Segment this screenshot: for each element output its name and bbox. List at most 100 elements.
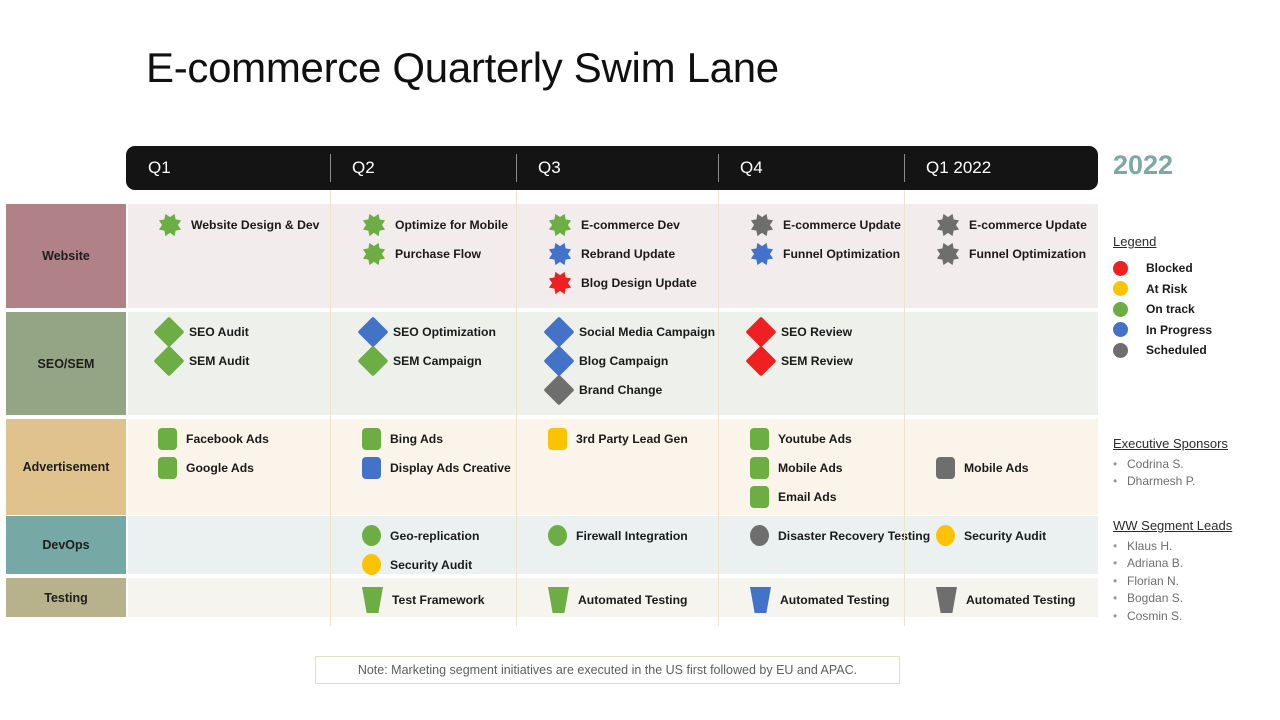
task-item[interactable]: Firewall Integration xyxy=(548,525,688,546)
status-marker-star-icon xyxy=(362,242,386,266)
task-item[interactable]: E-commerce Dev xyxy=(548,213,680,237)
task-item[interactable]: SEO Review xyxy=(745,316,853,348)
quarter-header-label: Q4 xyxy=(740,158,763,177)
task-item[interactable]: SEO Audit xyxy=(153,316,249,348)
status-marker-diamond-icon xyxy=(357,316,389,348)
task-label: Blog Design Update xyxy=(581,276,697,290)
task-item[interactable]: Google Ads xyxy=(158,457,254,479)
task-item[interactable]: E-commerce Update xyxy=(750,213,901,237)
lane-label-text: Testing xyxy=(44,590,88,605)
task-item[interactable]: Geo-replication xyxy=(362,525,479,546)
task-item[interactable]: 3rd Party Lead Gen xyxy=(548,428,688,450)
status-marker-circle-icon xyxy=(936,525,955,546)
status-marker-circle-icon xyxy=(750,525,769,546)
bullet-icon: • xyxy=(1113,456,1118,471)
task-label: Email Ads xyxy=(778,490,837,504)
status-marker-square-icon xyxy=(936,457,955,479)
task-item[interactable]: Security Audit xyxy=(936,525,1046,546)
task-item[interactable]: E-commerce Update xyxy=(936,213,1087,237)
status-marker-circle-icon xyxy=(548,525,567,546)
status-marker-diamond-icon xyxy=(543,316,575,348)
task-item[interactable]: Blog Campaign xyxy=(543,345,669,377)
task-item[interactable]: Mobile Ads xyxy=(936,457,1029,479)
legend-item-in-progress: In Progress xyxy=(1113,320,1212,341)
quarter-header-q2[interactable]: Q2 xyxy=(330,146,516,190)
task-item[interactable]: Blog Design Update xyxy=(548,271,697,295)
quarter-header-q3[interactable]: Q3 xyxy=(516,146,718,190)
task-item[interactable]: Brand Change xyxy=(543,374,663,406)
task-item[interactable]: Security Audit xyxy=(362,554,472,575)
task-item[interactable]: Social Media Campaign xyxy=(543,316,715,348)
lane-label-advertisement[interactable]: Advertisement xyxy=(6,419,126,515)
legend-item-label: Scheduled xyxy=(1146,343,1207,358)
task-label: Google Ads xyxy=(186,461,254,475)
task-item[interactable]: Funnel Optimization xyxy=(936,242,1086,266)
status-marker-square-icon xyxy=(548,428,567,450)
task-label: Brand Change xyxy=(579,383,663,397)
status-marker-diamond-icon xyxy=(745,345,777,377)
quarter-header-bar: Q1 Q2 Q3 Q4 Q1 2022 xyxy=(126,146,1098,190)
task-item[interactable]: Email Ads xyxy=(750,486,836,508)
lane-label-text: Advertisement xyxy=(22,460,110,474)
task-label: Blog Campaign xyxy=(579,354,669,368)
quarter-header-divider xyxy=(330,154,331,182)
lane-body-testing: Test Framework Automated Testing Automated… xyxy=(128,578,1098,617)
task-item[interactable]: Website Design & Dev xyxy=(158,213,319,237)
task-item[interactable]: Test Framework xyxy=(362,587,485,613)
task-item[interactable]: Automated Testing xyxy=(936,587,1075,613)
task-item[interactable]: SEM Campaign xyxy=(357,345,482,377)
column-separator xyxy=(904,190,905,626)
status-marker-circle-icon xyxy=(362,525,381,546)
task-item[interactable]: Funnel Optimization xyxy=(750,242,900,266)
task-label: SEM Review xyxy=(781,354,853,368)
task-item[interactable]: SEM Review xyxy=(745,345,853,377)
task-label: Security Audit xyxy=(964,528,1047,543)
legend-item-label: At Risk xyxy=(1146,281,1188,296)
quarter-header-q1-2022[interactable]: Q1 2022 xyxy=(904,146,1098,190)
task-item[interactable]: Optimize for Mobile xyxy=(362,213,508,237)
lane-label-website[interactable]: Website xyxy=(6,204,126,308)
executive-sponsor-item: • Dharmesh P. xyxy=(1113,473,1195,491)
status-marker-diamond-icon xyxy=(543,345,575,377)
task-item[interactable]: SEM Audit xyxy=(153,345,249,377)
quarter-header-q1[interactable]: Q1 xyxy=(126,146,330,190)
task-item[interactable]: Rebrand Update xyxy=(548,242,675,266)
task-label: E-commerce Update xyxy=(783,218,901,232)
status-marker-trap-icon xyxy=(750,587,771,613)
task-item[interactable]: Bing Ads xyxy=(362,428,443,450)
task-item[interactable]: Mobile Ads xyxy=(750,457,843,479)
status-marker-star-icon xyxy=(750,213,774,237)
legend-dot-icon xyxy=(1113,342,1128,358)
quarter-header-q4[interactable]: Q4 xyxy=(718,146,904,190)
task-label: Facebook Ads xyxy=(186,432,269,446)
task-label: Funnel Optimization xyxy=(783,247,901,261)
task-item[interactable]: Facebook Ads xyxy=(158,428,269,450)
ww-segment-lead-item-label: Bogdan S. xyxy=(1127,591,1184,606)
status-marker-diamond-icon xyxy=(745,316,777,348)
column-separator xyxy=(718,190,719,626)
lane-label-seo-sem[interactable]: SEO/SEM xyxy=(6,312,126,415)
task-item[interactable]: Purchase Flow xyxy=(362,242,481,266)
task-label: SEO Review xyxy=(781,325,853,339)
status-marker-star-icon xyxy=(936,242,960,266)
task-item[interactable]: Automated Testing xyxy=(750,587,889,613)
status-marker-star-icon xyxy=(936,213,960,237)
legend-dot-icon xyxy=(1113,322,1128,338)
task-item[interactable]: Automated Testing xyxy=(548,587,687,613)
page-title: E-commerce Quarterly Swim Lane xyxy=(146,44,779,91)
task-label: Website Design & Dev xyxy=(191,218,320,232)
task-item[interactable]: Display Ads Creative xyxy=(362,457,511,479)
status-marker-diamond-icon xyxy=(153,345,185,377)
status-marker-diamond-icon xyxy=(543,374,575,406)
status-marker-square-icon xyxy=(750,486,769,508)
lane-label-devops[interactable]: DevOps xyxy=(6,516,126,574)
task-item[interactable]: Youtube Ads xyxy=(750,428,852,450)
lane-body-website: Website Design & Dev Optimize for Mobile P… xyxy=(128,204,1098,308)
lane-label-testing[interactable]: Testing xyxy=(6,578,126,617)
quarter-header-divider xyxy=(718,154,719,182)
ww-segment-lead-item-label: Adriana B. xyxy=(1127,556,1184,571)
task-label: SEM Campaign xyxy=(393,354,482,368)
swimlane-board: Q1 Q2 Q3 Q4 Q1 2022 Website Website Design & … xyxy=(0,146,1100,626)
quarter-header-label: Q1 2022 xyxy=(926,158,992,177)
task-item[interactable]: SEO Optimization xyxy=(357,316,496,348)
